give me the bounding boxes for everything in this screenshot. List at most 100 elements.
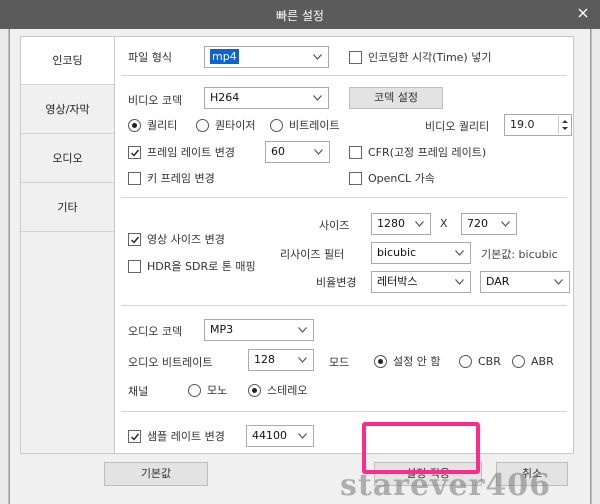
cfr-checkbox[interactable]: CFR(고정 프레임 레이트) — [349, 144, 486, 160]
radio-quantizer-label: 퀀타이저 — [215, 119, 256, 132]
radio-dot — [196, 118, 209, 132]
audio-bitrate-value: 128 — [254, 353, 275, 366]
chevron-down-icon — [455, 250, 464, 256]
filter-select[interactable]: bicubic — [371, 242, 471, 264]
chevron-down-icon — [501, 221, 510, 227]
video-quality-spinner[interactable]: 19.0 — [504, 114, 572, 136]
filter-default-label: 기본값: bicubic — [481, 248, 558, 261]
width-select[interactable]: 1280 — [371, 213, 431, 235]
format-select[interactable]: mp4 — [204, 46, 329, 68]
audio-bitrate-label: 오디오 비트레이트 — [128, 356, 213, 369]
checkmark-icon — [131, 236, 140, 244]
hdr-checkbox[interactable]: HDR을 SDR로 톤 매핑 — [128, 258, 256, 274]
checkmark-icon — [131, 149, 140, 157]
audio-codec-select[interactable]: MP3 — [204, 319, 314, 341]
video-codec-label: 비디오 코덱 — [128, 94, 183, 107]
height-value: 720 — [467, 217, 488, 230]
size-x-label: X — [440, 217, 448, 230]
fps-select[interactable]: 60 — [265, 141, 330, 163]
ratio-label: 비율변경 — [316, 276, 357, 289]
tab-encoding[interactable]: 인코딩 — [21, 37, 114, 85]
radio-dot — [270, 118, 283, 132]
radio-dot — [459, 354, 472, 368]
keyframe-checkbox[interactable]: 키 프레임 변경 — [128, 170, 215, 186]
title-bar[interactable]: 빠른 설정 — [0, 0, 600, 29]
checkbox-box — [128, 259, 141, 273]
samplerate-select[interactable]: 44100 — [246, 425, 314, 447]
checkbox-box — [349, 50, 362, 64]
radio-quantizer[interactable]: 퀀타이저 — [196, 117, 255, 133]
fps-change-checkbox[interactable]: 프레임 레이트 변경 — [128, 144, 235, 160]
checkbox-box — [349, 171, 362, 185]
aspect-mode-value: DAR — [486, 275, 510, 288]
tab-video-subtitle[interactable]: 영상/자막 — [21, 86, 114, 134]
video-codec-select[interactable]: H264 — [204, 87, 329, 109]
width-value: 1280 — [377, 217, 405, 230]
radio-bitrate-label: 비트레이트 — [289, 119, 340, 132]
encoding-panel: 파일 형식 mp4 인코딩한 시각(Time) 넣기 비디오 코덱 H264 코… — [114, 36, 574, 454]
audio-bitrate-select[interactable]: 128 — [248, 349, 314, 371]
checkbox-box — [128, 232, 141, 246]
filter-value: bicubic — [377, 246, 417, 259]
radio-stereo[interactable]: 스테레오 — [248, 382, 307, 398]
height-select[interactable]: 720 — [461, 213, 517, 235]
tab-other[interactable]: 기타 — [21, 184, 114, 232]
radio-mode-none[interactable]: 설정 안 함 — [374, 353, 440, 369]
checkbox-box — [128, 145, 141, 159]
audio-codec-value: MP3 — [210, 323, 234, 336]
divider — [121, 305, 567, 306]
codec-settings-button[interactable]: 코덱 설정 — [349, 87, 443, 109]
divider — [121, 75, 567, 76]
chevron-down-icon — [455, 279, 464, 285]
radio-dot — [128, 118, 141, 132]
radio-dot — [188, 383, 201, 397]
resize-label: 영상 사이즈 변경 — [147, 233, 225, 246]
radio-mode-abr[interactable]: ABR — [512, 353, 554, 369]
close-button[interactable] — [576, 6, 590, 20]
radio-dot — [374, 354, 387, 368]
chevron-down-icon — [298, 357, 307, 363]
tab-audio[interactable]: 오디오 — [21, 135, 114, 183]
insert-time-label: 인코딩한 시각(Time) 넣기 — [368, 51, 492, 64]
radio-mode-cbr[interactable]: CBR — [459, 353, 501, 369]
spinner-up-down-icon — [562, 120, 568, 130]
radio-mode-abr-label: ABR — [531, 354, 554, 368]
hdr-label: HDR을 SDR로 톤 매핑 — [147, 260, 256, 273]
audio-mode-label: 모드 — [329, 356, 350, 369]
default-button[interactable]: 기본값 — [104, 462, 208, 486]
radio-dot — [512, 354, 525, 368]
radio-quality[interactable]: 퀄리티 — [128, 117, 177, 133]
chevron-down-icon — [314, 149, 323, 155]
radio-dot — [248, 383, 261, 397]
resize-checkbox[interactable]: 영상 사이즈 변경 — [128, 231, 225, 247]
annotation-highlight-box — [362, 422, 480, 474]
opencl-label: OpenCL 가속 — [368, 172, 435, 185]
opencl-checkbox[interactable]: OpenCL 가속 — [349, 170, 435, 186]
radio-mode-none-label: 설정 안 함 — [393, 355, 441, 368]
video-codec-value: H264 — [210, 91, 240, 104]
video-quality-value: 19.0 — [510, 118, 535, 131]
radio-mono-label: 모노 — [207, 384, 228, 397]
chevron-down-icon — [415, 221, 424, 227]
cfr-label: CFR(고정 프레임 레이트) — [368, 146, 487, 159]
spinner-arrows[interactable] — [558, 116, 570, 134]
chevron-down-icon — [313, 95, 322, 101]
ratio-value: 레터박스 — [377, 275, 418, 288]
fps-change-label: 프레임 레이트 변경 — [147, 146, 235, 159]
radio-mono[interactable]: 모노 — [188, 382, 227, 398]
chevron-down-icon — [313, 54, 322, 60]
insert-time-checkbox[interactable]: 인코딩한 시각(Time) 넣기 — [349, 49, 491, 65]
watermark-text: starever406 — [340, 468, 552, 503]
radio-quality-label: 퀄리티 — [147, 119, 178, 132]
format-value: mp4 — [210, 49, 239, 64]
channel-label: 채널 — [128, 385, 149, 398]
close-icon — [578, 8, 588, 18]
aspect-mode-select[interactable]: DAR — [480, 271, 570, 293]
divider — [121, 411, 567, 412]
ratio-select[interactable]: 레터박스 — [371, 271, 471, 293]
radio-bitrate[interactable]: 비트레이트 — [270, 117, 340, 133]
checkbox-box — [128, 429, 141, 443]
fps-value: 60 — [271, 145, 285, 158]
samplerate-checkbox[interactable]: 샘플 레이트 변경 — [128, 428, 225, 444]
dialog-body: 인코딩 영상/자막 오디오 기타 파일 형식 mp4 인코딩한 시각(Time)… — [9, 29, 591, 504]
